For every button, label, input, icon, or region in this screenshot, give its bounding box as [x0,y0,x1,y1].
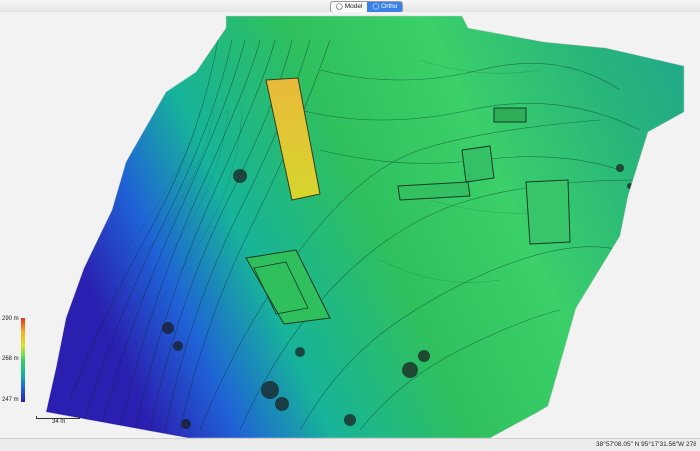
globe-icon: ◯ [372,4,380,10]
elevation-map [0,12,700,438]
model-view-button[interactable]: ◯ Model [331,2,367,12]
scale-bar-label: 34 m [52,419,66,425]
legend-max-label: 290 m [2,316,19,322]
model-view-label: Model [344,3,363,10]
elevation-map-viewport[interactable] [0,12,700,438]
ortho-view-label: Ortho [381,3,398,10]
legend-min-label: 247 m [2,397,19,403]
elevation-legend: 290 m 268 m 247 m [0,312,40,412]
scale-bar: 34 m [36,414,80,428]
status-bar: 38°57'08.05" N 95°17'31.56"W 278 [0,438,700,451]
ortho-view-button[interactable]: ◯ Ortho [367,2,403,12]
legend-mid-label: 268 m [2,356,19,362]
globe-icon: ◯ [336,4,343,10]
cursor-coordinates: 38°57'08.05" N 95°17'31.56"W 278 [596,441,696,448]
elevation-color-ramp [21,318,25,402]
